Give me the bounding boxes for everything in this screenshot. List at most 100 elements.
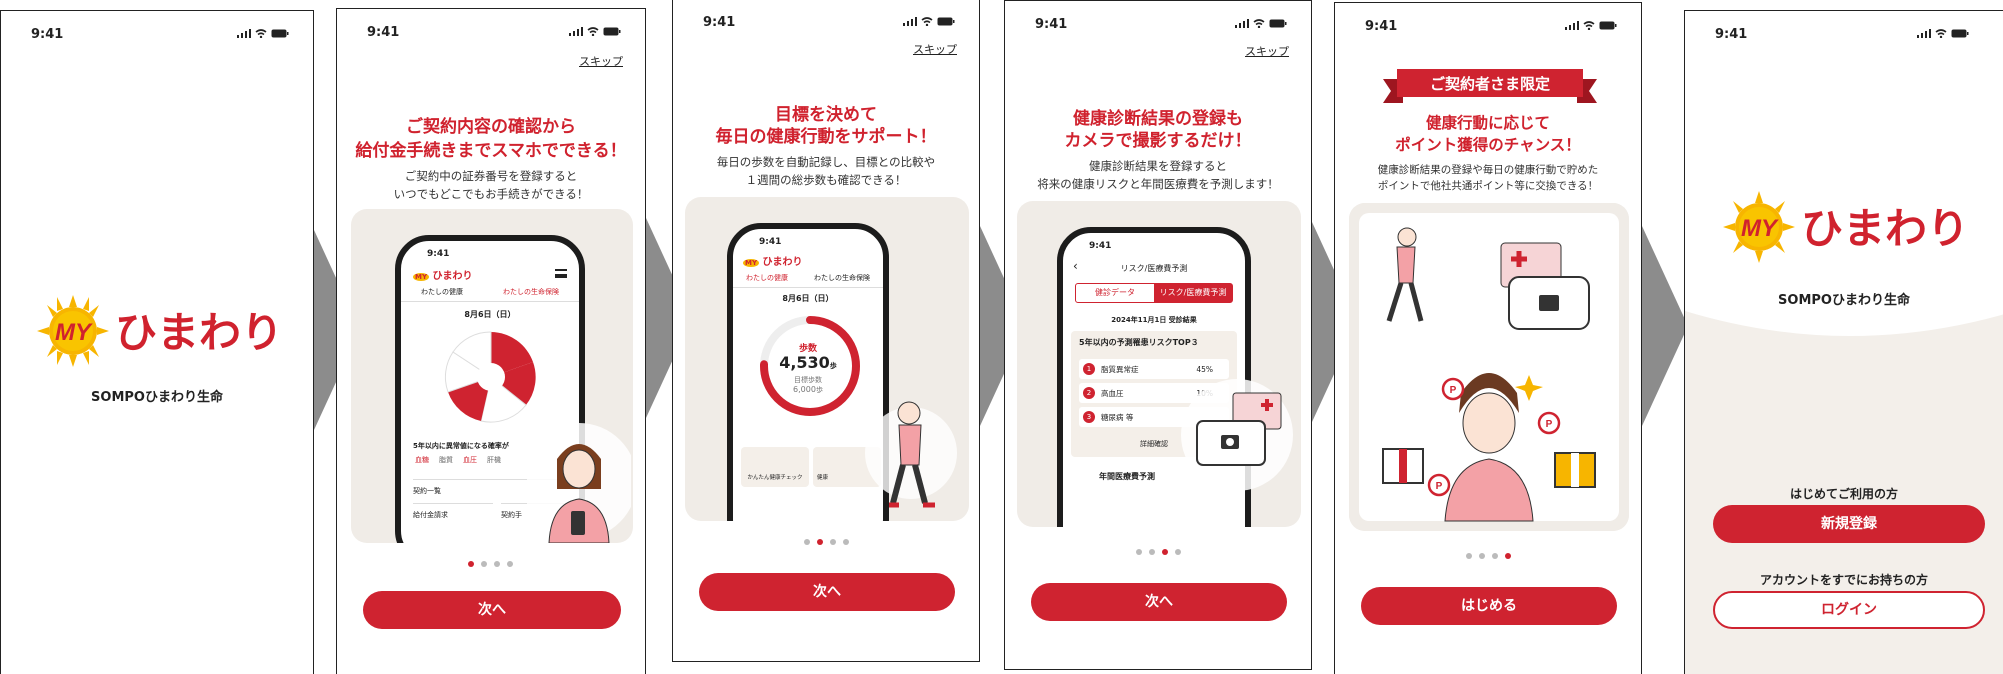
illustration-panel: P P P (1349, 203, 1629, 531)
top3-title: 5年以内の予測罹患リスクTOP３ (1079, 338, 1199, 347)
headline-line-2: 毎日の健康行動をサポート！ (715, 127, 937, 147)
coverage-pie-chart (444, 331, 536, 423)
next-button[interactable]: 次へ (363, 591, 621, 629)
risk-name: 脂質異常症 (1101, 364, 1139, 374)
page-indicator (804, 539, 849, 545)
mock-date: 8月6日（日） (782, 294, 834, 303)
subtext-line-2: いつでもどこでもお手続きができる！ (393, 187, 589, 201)
mock-time: 9:41 (759, 237, 782, 247)
point-coin-icon: P (1441, 377, 1465, 401)
sunflower-logo-icon: MY ひまわり (1723, 191, 1969, 263)
illustration-panel: 9:41 MY ひまわり わたしの健康 わたしの生命保険 8月6日（日） 歩数 … (685, 197, 969, 521)
battery-icon (271, 29, 289, 38)
svg-text:P: P (1436, 481, 1443, 492)
tab-insurance[interactable]: わたしの生命保険 (814, 273, 870, 283)
skip-link[interactable]: スキップ (579, 53, 623, 69)
screen-onboarding-steps: 9:41 スキップ 目標を決めて 毎日の健康行動をサポート！ 毎日の歩数を自動記… (672, 0, 980, 662)
steps-value: 4,530歩 (779, 353, 837, 372)
exam-date: 2024年11月1日 受診結果 (1111, 316, 1197, 324)
ribbon-banner: ご契約者さま限定 (1383, 67, 1597, 105)
skip-link[interactable]: スキップ (913, 41, 957, 57)
svg-text:ひまわり: ひまわり (1801, 204, 1963, 253)
ribbon-text: ご契約者さま限定 (1429, 75, 1550, 93)
risk-percent: 45% (1196, 364, 1213, 374)
svg-text:P: P (1450, 385, 1457, 396)
skip-link[interactable]: スキップ (1245, 43, 1289, 59)
hamburger-menu-icon[interactable] (555, 269, 567, 278)
battery-icon (1951, 29, 1969, 38)
battery-icon (1269, 19, 1287, 28)
mock-time: 9:41 (427, 249, 450, 259)
status-bar: 9:41 (1335, 19, 1641, 39)
sunflower-logo-icon: MY ひまわり (37, 295, 283, 367)
signal-icon (903, 17, 917, 26)
screen-login: 9:41 MY ひまわり SOMPOひまわり生命 はじめてご利用の方 新規登録 … (1684, 10, 2003, 674)
tab-health[interactable]: わたしの健康 (746, 273, 788, 283)
card-health-check[interactable]: かんたん健康チェック (741, 447, 809, 487)
company-name: SOMPOひまわり生命 (1778, 293, 1910, 308)
status-icons (1917, 29, 1969, 38)
tab-health[interactable]: わたしの健康 (421, 287, 463, 297)
svg-text:MY: MY (1741, 215, 1779, 242)
status-bar: 9:41 (1005, 17, 1311, 37)
signal-icon (1917, 29, 1931, 38)
subtext-line-2: １週間の総歩数も確認できる！ (745, 173, 907, 187)
screen-splash: 9:41 MY ひまわり SOMPOひまわり生命 (0, 10, 314, 674)
page-indicator (1466, 553, 1511, 559)
company-name: SOMPOひまわり生命 (91, 390, 223, 405)
headline-line-2: ポイント獲得のチャンス！ (1395, 136, 1581, 154)
svg-text:P: P (1546, 419, 1553, 430)
mock-tabs: わたしの健康 わたしの生命保険 (401, 287, 579, 302)
status-icons (1235, 19, 1287, 28)
tab-risk-cost[interactable]: リスク/医療費予測 (1154, 284, 1232, 302)
menu-benefit-claim[interactable]: 給付金請求 (413, 503, 493, 520)
screen-onboarding-checkup: 9:41 スキップ 健康診断結果の登録も カメラで撮影するだけ！ 健康診断結果を… (1004, 0, 1312, 670)
mock-tabs: わたしの健康 わたしの生命保険 (733, 273, 883, 288)
tab-insurance[interactable]: わたしの生命保険 (503, 287, 559, 297)
illustration-panel: 9:41 ‹ リスク/医療費予測 健診データ リスク/医療費予測 2024年11… (1017, 201, 1301, 527)
camera-icon (1181, 379, 1293, 491)
subtext-line-1: 健康診断結果を登録すると (1089, 159, 1227, 173)
point-coin-icon: P (1537, 411, 1561, 435)
next-button[interactable]: 次へ (699, 573, 955, 611)
headline-line-1: ご契約内容の確認から (406, 117, 576, 137)
status-icons (903, 17, 955, 26)
subtext-line-1: ご契約中の証券番号を登録すると (404, 169, 578, 183)
app-logo: MY ひまわり (1723, 187, 1969, 267)
status-bar: 9:41 (673, 15, 979, 35)
have-account-label: アカウントをすでにお持ちの方 (1759, 573, 1929, 587)
status-icons (569, 27, 621, 36)
first-time-label: はじめてご利用の方 (1789, 487, 1898, 501)
svg-text:MY: MY (55, 319, 93, 346)
start-button[interactable]: はじめる (1361, 587, 1617, 625)
status-time: 9:41 (703, 15, 736, 30)
register-button[interactable]: 新規登録 (1713, 505, 1985, 543)
status-bar: 9:41 (337, 25, 645, 45)
mock-title: リスク/医療費予測 (1120, 264, 1188, 273)
status-icons (1565, 21, 1617, 30)
status-bar: 9:41 (1, 27, 313, 47)
risk-rank-badge: 1 (1083, 363, 1095, 375)
point-coin-icon: P (1427, 473, 1451, 497)
status-time: 9:41 (1035, 17, 1068, 32)
page-indicator (1136, 549, 1181, 555)
subtext-line-1: 毎日の歩数を自動記録し、目標との比較や (716, 155, 936, 169)
headline-line-2: 給付金手続きまでスマホでできる！ (355, 141, 627, 161)
subtext-line-2: 将来の健康リスクと年間医療費を予測します！ (1037, 177, 1279, 191)
headline-line-2: カメラで撮影するだけ！ (1064, 131, 1252, 151)
goal-label: 目標歩数 (794, 376, 822, 384)
signal-icon (237, 29, 251, 38)
headline-line-1: 健康行動に応じて (1425, 114, 1550, 132)
login-button[interactable]: ログイン (1713, 591, 1985, 629)
wifi-icon (587, 27, 599, 36)
illustration-panel: 9:41 MY ひまわり わたしの健康 わたしの生命保険 8月6日（日） 5年以… (351, 209, 633, 543)
annual-cost-title: 年間医療費予測 (1099, 472, 1155, 481)
battery-icon (1599, 21, 1617, 30)
signal-icon (1565, 21, 1579, 30)
gift-icon (1554, 452, 1596, 488)
status-time: 9:41 (1365, 19, 1398, 34)
svg-text:ひまわり: ひまわり (115, 308, 277, 357)
tab-checkup-data[interactable]: 健診データ (1076, 284, 1154, 302)
next-button[interactable]: 次へ (1031, 583, 1287, 621)
mock-logo: MY ひまわり (413, 271, 473, 282)
